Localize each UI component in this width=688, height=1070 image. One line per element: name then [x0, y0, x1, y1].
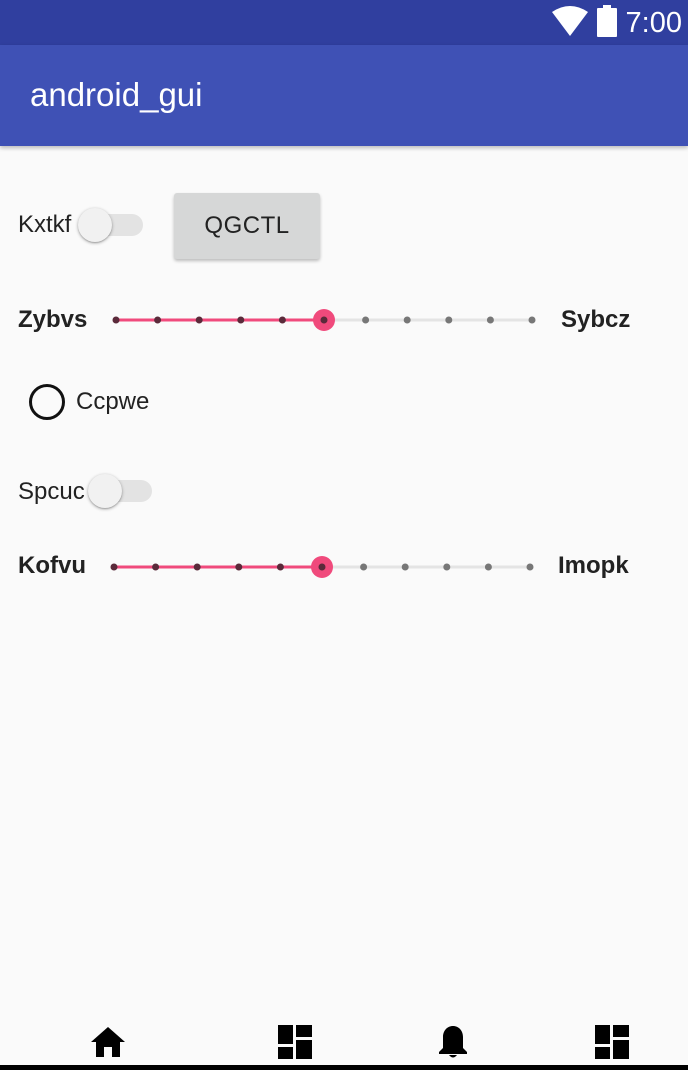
status-bar: 7:00: [0, 0, 688, 45]
status-icons: 7:00: [551, 4, 682, 42]
seekbar-kofvu[interactable]: [100, 547, 545, 587]
seekbar-tick: [235, 563, 243, 571]
seekbar-tick: [152, 563, 160, 571]
dashboard-icon: [595, 1024, 629, 1064]
battery-icon: [596, 4, 618, 42]
nav-home[interactable]: [86, 1026, 130, 1062]
slider-right-label-sybcz: Sybcz: [561, 306, 631, 333]
seekbar-thumb-dot: [320, 316, 328, 324]
seekbar-tick: [526, 563, 534, 571]
notifications-icon: [437, 1024, 469, 1065]
slider-left-label-zybvs: Zybvs: [18, 306, 88, 333]
slider-right-label-imopk: Imopk: [558, 552, 629, 579]
radio-button-ccpwe[interactable]: [29, 384, 65, 420]
seekbar-tick: [278, 316, 286, 324]
switch-thumb[interactable]: [88, 474, 122, 508]
bottom-navigation: [0, 1012, 688, 1070]
slider-left-label-kofvu: Kofvu: [18, 552, 86, 579]
qgctl-button[interactable]: QGCTL: [174, 193, 320, 259]
seekbar-tick: [237, 316, 245, 324]
switch-label-spcuc: Spcuc: [18, 478, 85, 505]
seekbar-tick: [528, 316, 536, 324]
seekbar-tick: [276, 563, 284, 571]
seekbar-thumb-dot: [318, 563, 326, 571]
status-time: 7:00: [625, 7, 682, 39]
dashboard-icon: [278, 1024, 312, 1064]
seekbar-tick: [195, 316, 203, 324]
seekbar-tick: [484, 563, 492, 571]
seekbar-tick: [193, 563, 201, 571]
nav-dashboard[interactable]: [273, 1024, 317, 1064]
seekbar-tick: [360, 563, 368, 571]
home-icon: [90, 1026, 126, 1063]
wifi-icon: [551, 5, 588, 41]
switch-label-kxtkf: Kxtkf: [18, 211, 72, 238]
seekbar-tick: [154, 316, 162, 324]
seekbar-zybvs[interactable]: [100, 300, 550, 340]
nav-dashboard-2[interactable]: [590, 1024, 634, 1064]
app-bar: android_gui: [0, 45, 688, 146]
app-title: android_gui: [30, 76, 203, 113]
nav-notifications[interactable]: [431, 1024, 475, 1065]
seekbar-tick: [443, 563, 451, 571]
seekbar-tick: [403, 316, 411, 324]
radio-label-ccpwe: Ccpwe: [76, 388, 150, 415]
seekbar-tick: [362, 316, 370, 324]
seekbar-tick: [445, 316, 453, 324]
nav-bottom-bar: [0, 1065, 688, 1070]
seekbar-tick: [112, 316, 120, 324]
seekbar-tick: [401, 563, 409, 571]
switch-thumb[interactable]: [78, 208, 112, 242]
seekbar-tick: [110, 563, 118, 571]
seekbar-tick: [486, 316, 494, 324]
